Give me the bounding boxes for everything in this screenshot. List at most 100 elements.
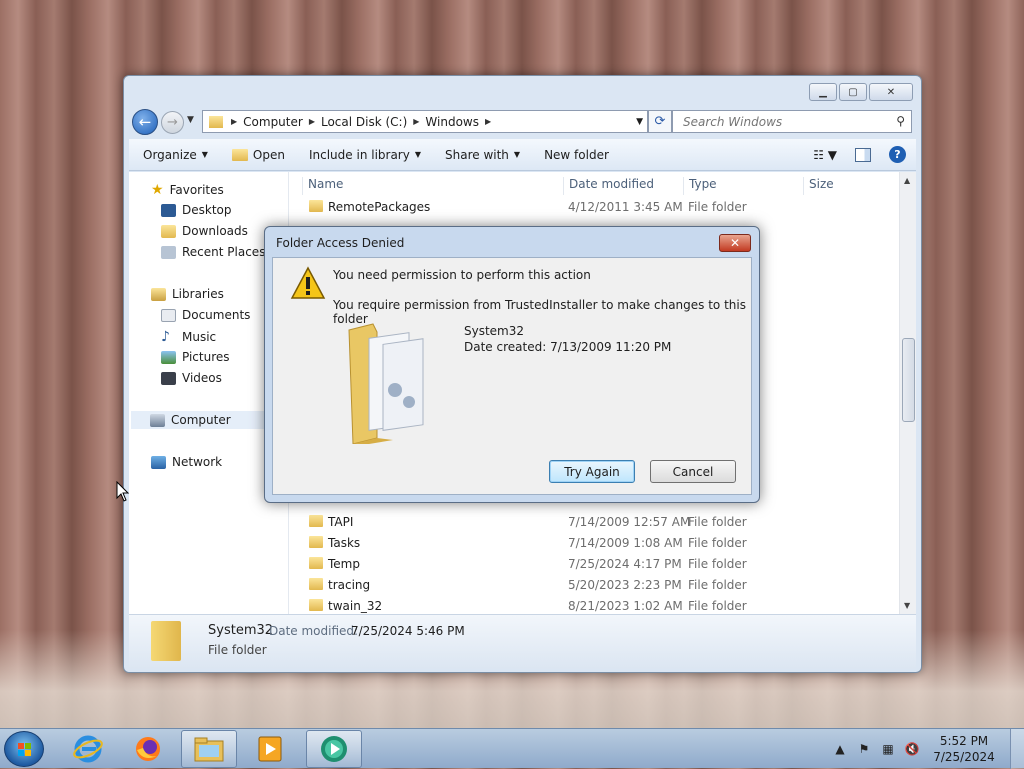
internet-explorer-taskbar-button[interactable] <box>60 730 116 768</box>
nav-libraries[interactable]: Libraries <box>151 287 224 301</box>
desktop-icon <box>161 203 176 217</box>
firefox-taskbar-button[interactable] <box>120 730 176 768</box>
breadcrumb-separator-icon[interactable]: ▶ <box>413 117 419 126</box>
table-row[interactable]: tracing 5/20/2023 2:23 PM File folder <box>290 576 890 597</box>
new-folder-button[interactable]: New folder <box>544 148 609 162</box>
folder-icon <box>309 536 323 548</box>
nav-computer[interactable]: Computer <box>131 411 269 429</box>
address-dropdown-icon[interactable]: ▼ <box>636 117 643 127</box>
windows-explorer-taskbar-button[interactable] <box>181 730 237 768</box>
back-button[interactable]: ← <box>132 109 158 135</box>
breadcrumb-separator-icon[interactable]: ▶ <box>309 117 315 126</box>
forward-button[interactable]: → <box>161 111 184 134</box>
refresh-button[interactable]: ⟳ <box>648 110 672 133</box>
nav-documents-label: Documents <box>182 308 251 322</box>
search-icon[interactable]: ⚲ <box>896 114 905 128</box>
folder-icon <box>309 200 323 212</box>
help-icon[interactable]: ? <box>889 146 906 163</box>
open-button[interactable]: Open <box>231 148 285 162</box>
share-with-button[interactable]: Share with ▼ <box>445 148 520 162</box>
taskbar: ▲ ⚑ ▦ 🔇 5:52 PM 7/25/2024 <box>0 728 1024 769</box>
include-in-library-button[interactable]: Include in library ▼ <box>309 148 421 162</box>
nav-recent-places-label: Recent Places <box>182 245 266 259</box>
search-box[interactable]: ⚲ <box>672 110 912 133</box>
recent-pages-dropdown[interactable]: ▼ <box>187 115 194 125</box>
nav-network-label: Network <box>172 455 223 469</box>
table-row[interactable]: Temp 7/25/2024 4:17 PM File folder <box>290 555 890 576</box>
nav-documents[interactable]: Documents <box>161 308 250 322</box>
app-taskbar-button[interactable] <box>306 730 362 768</box>
nav-libraries-label: Libraries <box>172 287 224 301</box>
details-pane: System32 Date modified: 7/25/2024 5:46 P… <box>129 614 916 669</box>
nav-network[interactable]: Network <box>151 455 222 469</box>
close-button[interactable]: ✕ <box>869 83 913 101</box>
folder-icon <box>309 557 323 569</box>
folder-icon <box>348 323 424 444</box>
breadcrumb-computer[interactable]: Computer <box>243 115 303 129</box>
nav-recent-places[interactable]: Recent Places <box>161 245 265 259</box>
pictures-icon <box>161 350 176 364</box>
change-view-icon[interactable]: ☷ ▼ <box>813 148 837 162</box>
nav-favorites[interactable]: ★ Favorites <box>151 182 224 198</box>
nav-desktop[interactable]: Desktop <box>161 203 232 217</box>
address-bar[interactable]: ▶ Computer ▶ Local Disk (C:) ▶ Windows ▶… <box>202 110 648 133</box>
chevron-down-icon: ▼ <box>414 150 421 159</box>
breadcrumb-separator-icon[interactable]: ▶ <box>231 117 237 126</box>
show-hidden-icons-icon[interactable]: ▲ <box>832 741 848 757</box>
breadcrumb-windows[interactable]: Windows <box>425 115 479 129</box>
nav-favorites-label: Favorites <box>169 183 224 197</box>
nav-pictures[interactable]: Pictures <box>161 350 230 364</box>
column-header-size[interactable]: Size <box>803 177 834 197</box>
open-folder-icon <box>231 148 248 161</box>
cancel-button[interactable]: Cancel <box>650 460 736 483</box>
clock[interactable]: 5:52 PM 7/25/2024 <box>928 733 1000 765</box>
show-desktop-button[interactable] <box>1010 729 1024 769</box>
nav-music[interactable]: ♪ Music <box>161 329 216 345</box>
row-date: 7/14/2009 1:08 AM <box>568 536 683 550</box>
minimize-button[interactable]: ▁ <box>809 83 837 101</box>
window-caption-buttons: ▁ ▢ ✕ <box>809 83 913 101</box>
include-in-library-label: Include in library <box>308 147 410 162</box>
folder-icon <box>194 737 224 762</box>
scroll-up-icon[interactable]: ▲ <box>904 176 910 185</box>
music-icon: ♪ <box>161 329 170 345</box>
computer-icon <box>150 413 165 427</box>
scroll-down-icon[interactable]: ▼ <box>904 601 910 610</box>
table-row[interactable]: RemotePackages 4/12/2011 3:45 AM File fo… <box>290 198 890 219</box>
scrollbar-thumb[interactable] <box>902 338 915 422</box>
volume-muted-icon[interactable]: 🔇 <box>904 741 920 757</box>
nav-desktop-label: Desktop <box>182 203 232 217</box>
nav-videos[interactable]: Videos <box>161 371 222 385</box>
downloads-icon <box>161 224 176 238</box>
column-header-type[interactable]: Type <box>683 177 717 197</box>
row-type: File folder <box>688 578 747 592</box>
breadcrumb-local-disk[interactable]: Local Disk (C:) <box>321 115 407 129</box>
breadcrumb-separator-icon[interactable]: ▶ <box>485 117 491 126</box>
row-name: tracing <box>328 578 371 592</box>
try-again-button[interactable]: Try Again <box>549 460 635 483</box>
network-status-icon[interactable]: ▦ <box>880 741 896 757</box>
action-center-flag-icon[interactable]: ⚑ <box>856 741 872 757</box>
row-date: 4/12/2011 3:45 AM <box>568 200 683 214</box>
table-row[interactable]: Tasks 7/14/2009 1:08 AM File folder <box>290 534 890 555</box>
media-player-taskbar-button[interactable] <box>242 730 298 768</box>
nav-downloads[interactable]: Downloads <box>161 224 248 238</box>
table-row[interactable]: TAPI 7/14/2009 12:57 AM File folder <box>290 513 890 534</box>
dialog-close-button[interactable]: ✕ <box>719 234 751 252</box>
row-name: RemotePackages <box>328 200 431 214</box>
folder-icon <box>309 599 323 611</box>
nav-computer-label: Computer <box>171 413 231 427</box>
organize-button[interactable]: Organize ▼ <box>143 148 208 162</box>
network-icon <box>151 455 166 469</box>
search-input[interactable] <box>681 113 886 130</box>
maximize-button[interactable]: ▢ <box>839 83 867 101</box>
vertical-scrollbar[interactable]: ▲ ▼ <box>899 172 916 614</box>
libraries-icon <box>151 287 166 301</box>
preview-pane-icon[interactable] <box>855 147 871 162</box>
column-header-name[interactable]: Name <box>301 177 343 197</box>
start-button[interactable] <box>4 731 44 767</box>
column-header-date-modified[interactable]: Date modified <box>562 177 654 197</box>
row-date: 7/25/2024 4:17 PM <box>568 557 682 571</box>
folder-icon <box>151 621 181 661</box>
firefox-icon <box>136 737 160 761</box>
